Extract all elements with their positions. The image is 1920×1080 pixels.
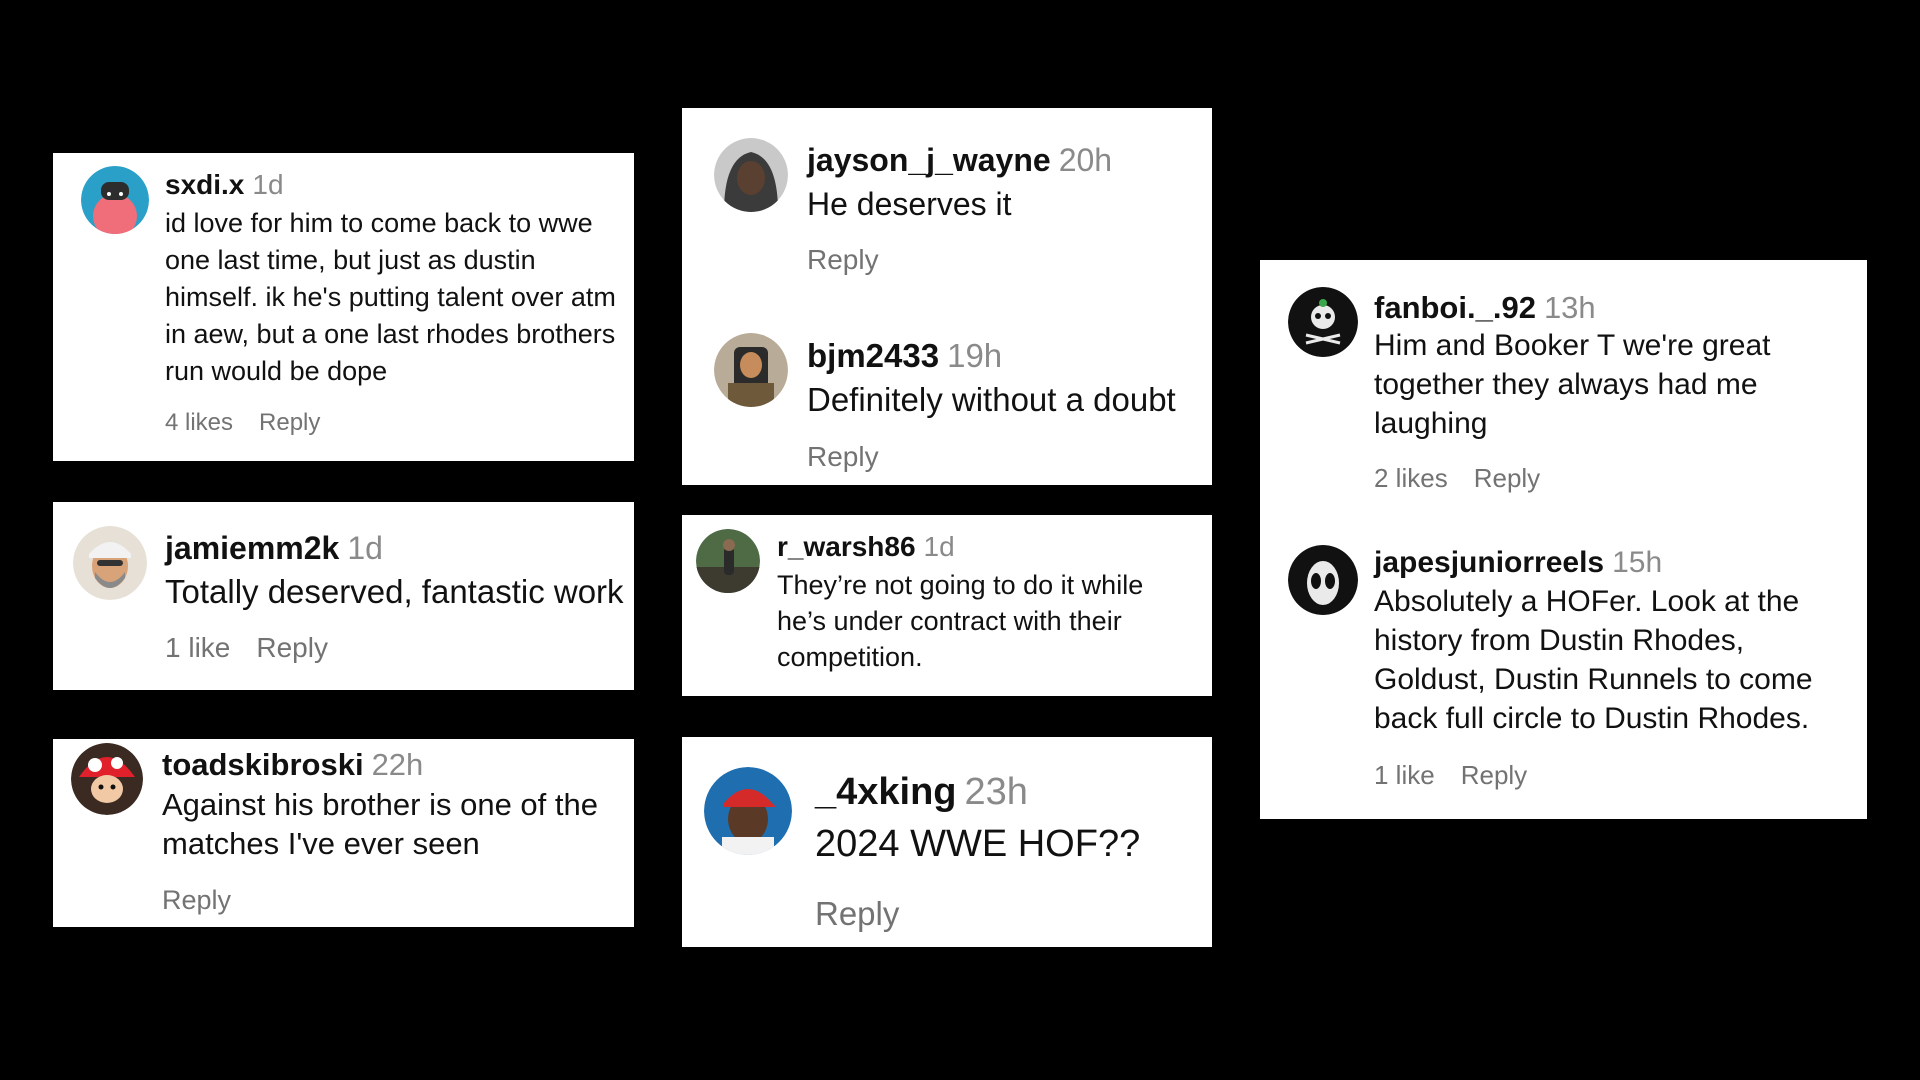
username[interactable]: _4xking <box>815 771 957 813</box>
avatar-outdoor-icon[interactable] <box>696 529 760 593</box>
username[interactable]: jayson_j_wayne <box>807 142 1051 178</box>
timestamp: 19h <box>947 337 1003 374</box>
timestamp: 1d <box>923 531 955 562</box>
like-count[interactable]: 2 likes <box>1374 463 1448 493</box>
comment-actions: Reply <box>162 885 257 916</box>
reply-button[interactable]: Reply <box>256 632 328 663</box>
comment-text: Absolutely a HOFer. Look at the history … <box>1374 585 1813 735</box>
reply-button[interactable]: Reply <box>807 441 879 472</box>
comment-header: bjm2433 19h <box>807 337 1002 375</box>
avatar-hooded-person-icon[interactable] <box>714 138 788 212</box>
avatar-red-cap-icon[interactable] <box>704 767 792 855</box>
comment-card-fanboi-japes: fanboi._.92 13h Him and Booker T we're gr… <box>1260 260 1867 819</box>
username[interactable]: fanboi._.92 <box>1374 290 1536 325</box>
comment-text: Him and Booker T we're great together th… <box>1374 329 1771 440</box>
reply-button[interactable]: Reply <box>259 409 320 436</box>
comment-text: Definitely without a doubt <box>807 381 1176 418</box>
comment-actions: Reply <box>807 441 905 473</box>
comment-header: jayson_j_wayne 20h <box>807 142 1112 179</box>
avatar-toad-icon[interactable] <box>71 743 143 815</box>
username[interactable]: japesjuniorreels <box>1374 546 1604 579</box>
comment-actions: 4 likes Reply <box>165 409 346 437</box>
avatar-bearded-man-icon[interactable] <box>73 526 147 600</box>
username[interactable]: sxdi.x <box>165 169 244 200</box>
timestamp: 23h <box>964 771 1028 813</box>
comment-header: _4xking 23h <box>815 771 1028 814</box>
avatar-skull-logo-icon[interactable] <box>1288 287 1358 357</box>
comment-card-king: _4xking 23h 2024 WWE HOF?? Reply <box>682 737 1212 947</box>
timestamp: 1d <box>347 530 383 566</box>
avatar-selfie-icon[interactable] <box>714 333 788 407</box>
comment-card-jayson-bjm: jayson_j_wayne 20h He deserves it Reply b… <box>682 108 1212 485</box>
like-count[interactable]: 4 likes <box>165 409 233 436</box>
comment-actions: 1 like Reply <box>1374 760 1553 791</box>
comment-text: He deserves it <box>807 186 1012 222</box>
comment-text: 2024 WWE HOF?? <box>815 823 1141 865</box>
username[interactable]: bjm2433 <box>807 337 939 374</box>
comment-text: Totally deserved, fantastic work <box>165 573 624 610</box>
timestamp: 22h <box>371 747 424 782</box>
comment-card-toad: toadskibroski 22h Against his brother is … <box>53 739 634 927</box>
reply-button[interactable]: Reply <box>807 244 879 275</box>
timestamp: 1d <box>252 169 284 200</box>
comment-text: Against his brother is one of the matche… <box>162 787 598 861</box>
reply-button[interactable]: Reply <box>162 885 231 915</box>
comment-header: japesjuniorreels 15h <box>1374 546 1662 580</box>
avatar-alien-logo-icon[interactable] <box>1288 545 1358 615</box>
comment-text: id love for him to come back to wwe one … <box>165 208 616 386</box>
comment-header: r_warsh86 1d <box>777 531 955 563</box>
comment-header: sxdi.x 1d <box>165 169 284 201</box>
comment-header: toadskibroski 22h <box>162 747 423 783</box>
like-count[interactable]: 1 like <box>165 632 230 663</box>
timestamp: 20h <box>1058 142 1113 178</box>
comment-card-sxdi: sxdi.x 1d id love for him to come back to… <box>53 153 634 461</box>
comment-actions: 1 like Reply <box>165 632 354 664</box>
comment-actions: Reply <box>815 895 925 933</box>
username[interactable]: toadskibroski <box>162 747 364 782</box>
timestamp: 13h <box>1543 290 1596 325</box>
comment-header: jamiemm2k 1d <box>165 530 383 567</box>
timestamp: 15h <box>1612 546 1663 579</box>
comment-actions: Reply <box>807 244 905 276</box>
reply-button[interactable]: Reply <box>1461 760 1527 790</box>
comment-text: They’re not going to do it while he’s un… <box>777 570 1144 672</box>
like-count[interactable]: 1 like <box>1374 760 1435 790</box>
username[interactable]: r_warsh86 <box>777 531 916 562</box>
username[interactable]: jamiemm2k <box>165 530 339 566</box>
comment-card-warsh: r_warsh86 1d They’re not going to do it w… <box>682 515 1212 696</box>
comment-header: fanboi._.92 13h <box>1374 290 1596 326</box>
avatar-cartoon-pink-icon[interactable] <box>81 166 149 234</box>
comment-card-jamiemm: jamiemm2k 1d Totally deserved, fantastic … <box>53 502 634 690</box>
comment-actions: 2 likes Reply <box>1374 463 1566 494</box>
comment-collage: { "comments": { "sxdi": {"username": "sx… <box>0 0 1920 1080</box>
reply-button[interactable]: Reply <box>1474 463 1540 493</box>
reply-button[interactable]: Reply <box>815 895 899 932</box>
